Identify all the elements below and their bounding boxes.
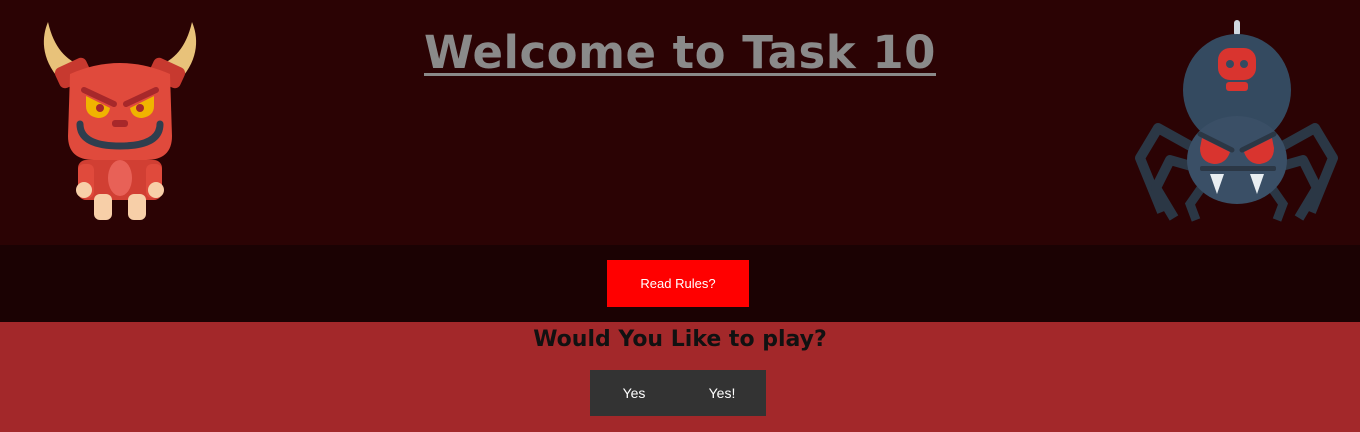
rules-band: Read Rules? bbox=[0, 245, 1360, 322]
header: Welcome to Task 10 bbox=[0, 0, 1360, 245]
read-rules-button[interactable]: Read Rules? bbox=[607, 260, 749, 307]
play-section: Would You Like to play? Yes Yes! bbox=[0, 322, 1360, 432]
yes-button[interactable]: Yes bbox=[590, 370, 678, 416]
play-button-group: Yes Yes! bbox=[590, 370, 766, 416]
play-question: Would You Like to play? bbox=[533, 327, 827, 352]
spider-icon bbox=[1135, 20, 1338, 222]
yes-exclaim-button[interactable]: Yes! bbox=[678, 370, 766, 416]
